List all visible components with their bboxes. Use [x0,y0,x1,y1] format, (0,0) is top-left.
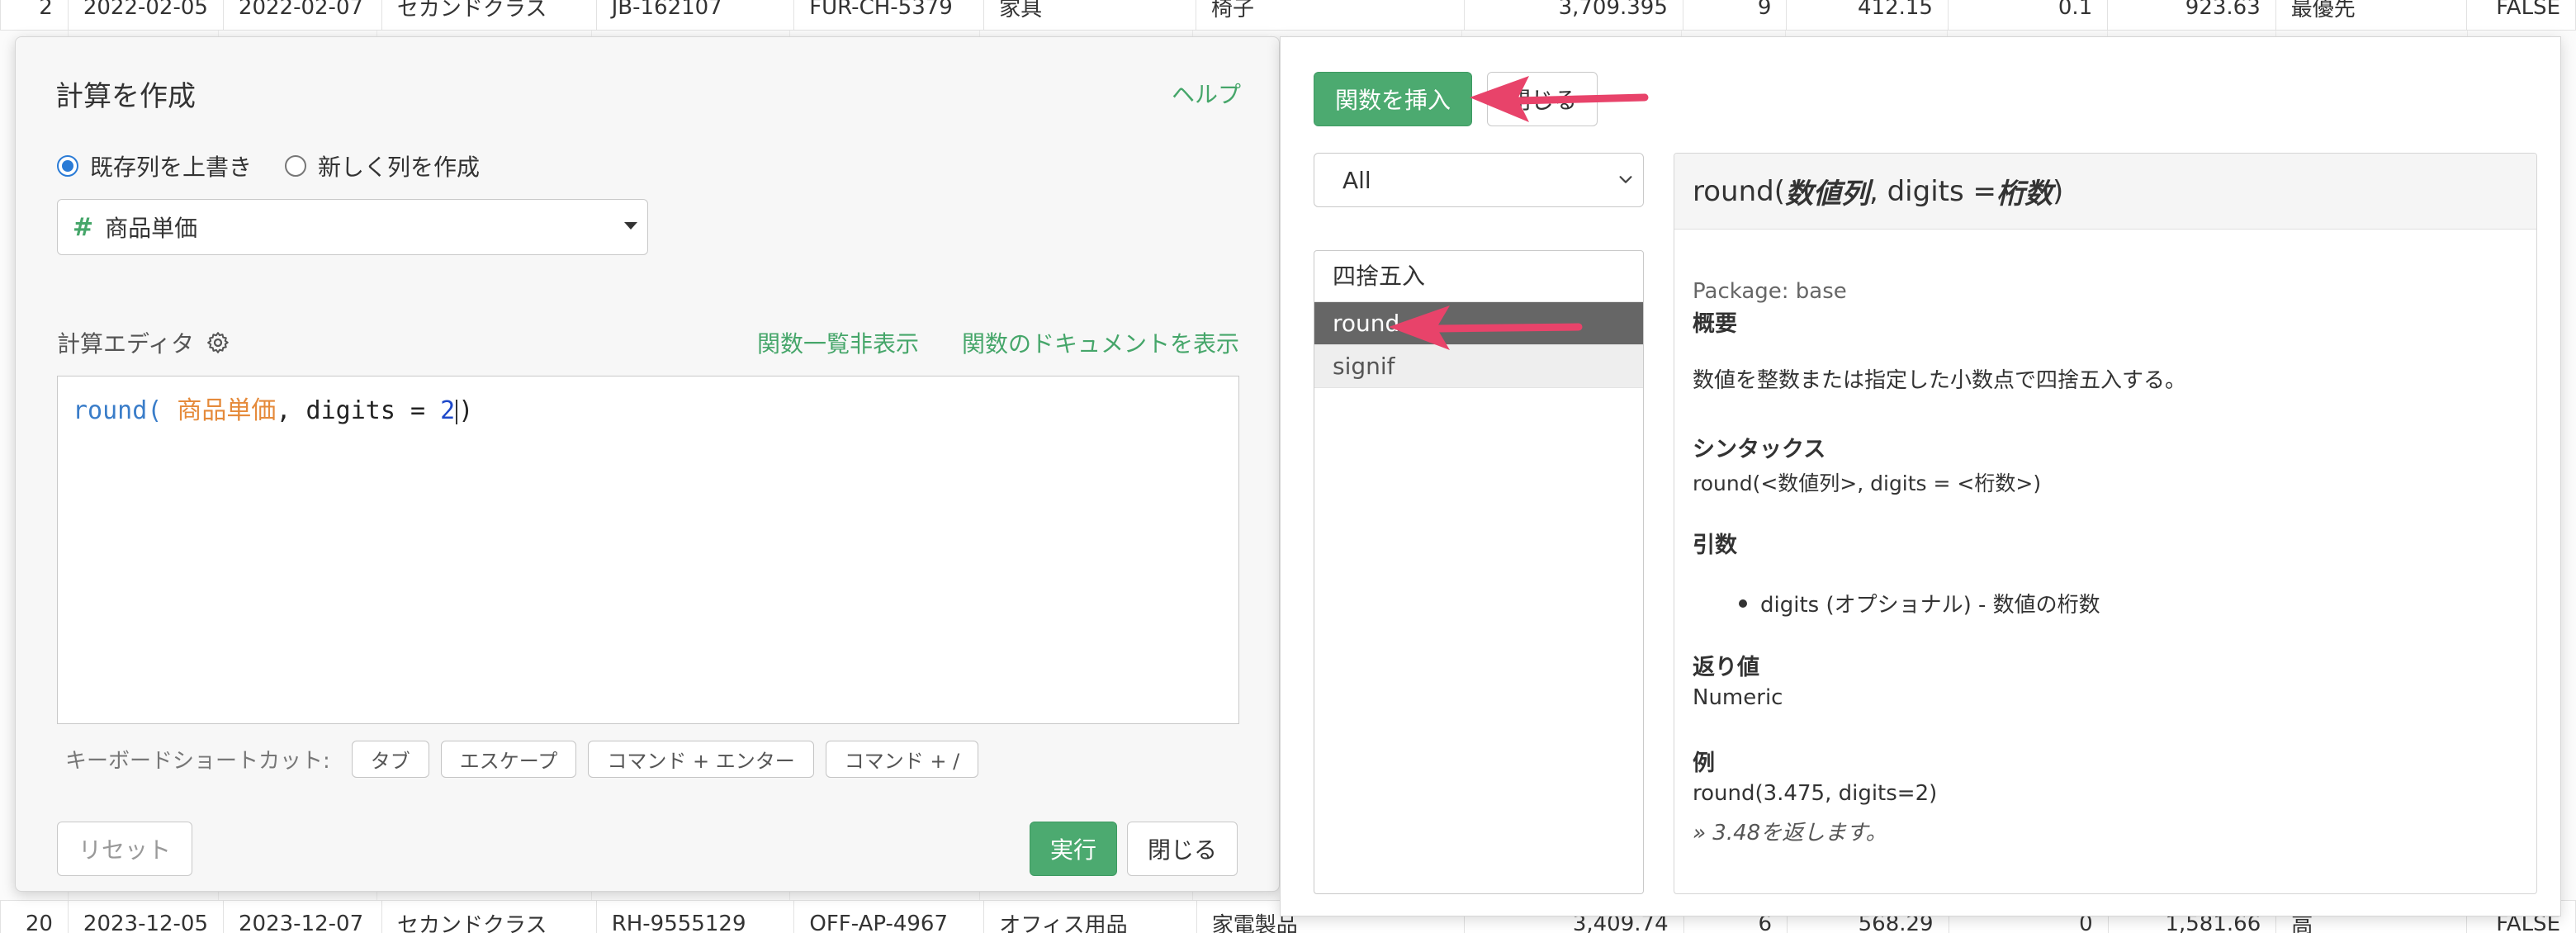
function-documentation: round(数値列, digits = 桁数) Package: base 概要… [1674,153,2537,894]
shortcut-escape: エスケープ [440,741,577,778]
close-button[interactable]: 閉じる [1127,822,1238,876]
table-cell: 2023-12-05 [67,900,225,933]
code-arg-token: , digits = [276,396,441,425]
insert-function-button[interactable]: 関数を挿入 [1314,72,1472,126]
table-cell: 2 [0,0,69,31]
doc-syntax: round(<数値列>, digits = <桁数>) [1693,471,2042,495]
shortcuts-label: キーボードショートカット: [65,749,330,774]
function-item-signif[interactable]: signif [1314,345,1643,388]
shortcut-cmd-enter: コマンド + エンター [588,741,814,778]
radio-new-column-label[interactable]: 新しく列を作成 [318,149,480,182]
run-button[interactable]: 実行 [1030,822,1117,876]
create-calculation-dialog: 計算を作成 ヘルプ 既存列を上書き 新しく列を作成 # 商品単価 計算エディタ … [15,36,1280,892]
doc-example-heading: 例 [1693,751,1715,776]
radio-overwrite-label[interactable]: 既存列を上書き [90,149,252,182]
caret-down-icon [624,222,637,230]
table-cell: RH-9555129 [595,900,795,933]
signature-fn: round( [1693,174,1785,208]
function-list: 四捨五入 round signif [1314,250,1644,894]
table-cell: OFF-AP-4967 [793,900,985,933]
reset-button[interactable]: リセット [57,822,192,876]
code-column-token: 商品単価 [162,396,277,425]
doc-return: Numeric [1693,685,1783,710]
table-cell: 3,709.395 [1463,0,1683,31]
function-panel: 閉じる 関数を挿入 All 四捨五入 round signif round(数値… [1280,36,2561,916]
radio-overwrite[interactable] [57,155,78,177]
doc-overview: 数値を整数または指定した小数点で四捨五入する。 [1693,368,2187,393]
column-select[interactable]: # 商品単価 [57,199,648,255]
table-cell: 9 [1682,0,1788,31]
table-cell: 0.1 [1947,0,2109,31]
table-cell: 2023-12-07 [223,900,382,933]
function-item-round[interactable]: round [1314,302,1643,345]
table-cell: 2022-02-07 [222,0,382,31]
signature-arg: 数値列 [1784,178,1869,211]
table-cell: セカンドクラス [381,900,597,933]
table-cell: 2022-02-05 [67,0,224,31]
doc-args-heading: 引数 [1693,533,1737,558]
code-number-token: 2 [440,396,456,425]
category-select-value: All [1342,166,1371,194]
calculation-editor[interactable]: round( 商品単価, digits = 2) [57,376,1239,724]
table-cell: オフィス用品 [983,900,1197,933]
table-cell: 椅子 [1196,0,1465,31]
table-cell: 最優先 [2275,0,2468,31]
shortcut-cmd-slash: コマンド + / [825,741,979,778]
function-group-header: 四捨五入 [1314,251,1643,302]
radio-new-column[interactable] [285,155,307,177]
doc-arg-item: digits (オプショナル) - 数値の桁数 [1739,588,2100,618]
signature-mid: , digits = [1868,174,1996,208]
shortcut-tab: タブ [351,741,429,778]
editor-label-group: 計算エディタ [57,326,230,359]
doc-example-result: » 3.48を返します。 [1693,821,1887,845]
chevron-down-icon [1619,176,1632,183]
keyboard-shortcuts: キーボードショートカット: タブ エスケープ コマンド + エンター コマンド … [65,741,979,778]
doc-overview-heading: 概要 [1693,311,1737,337]
table-cell: セカンドクラス [381,0,597,31]
code-function-token: round [73,396,148,425]
code-line: round( 商品単価, digits = 2) [73,390,473,426]
doc-return-heading: 返り値 [1693,655,1759,680]
signature-arg: 桁数 [1996,178,2053,211]
gear-icon[interactable] [206,330,230,355]
table-cell: FALSE [2466,0,2576,31]
category-select[interactable]: All [1314,153,1644,207]
doc-syntax-heading: シンタックス [1693,437,1826,462]
code-paren-token: ) [458,396,474,425]
table-cell: 20 [0,900,69,933]
table-cell: JB-162107 [595,0,795,31]
editor-label: 計算エディタ [57,330,195,358]
doc-arg-text: digits (オプショナル) - 数値の桁数 [1760,593,2100,618]
doc-package: Package: base [1693,279,1847,304]
table-cell: 412.15 [1786,0,1949,31]
table-cell: 923.63 [2107,0,2276,31]
code-paren-token: ( [147,396,163,425]
text-cursor [456,399,458,424]
function-signature: round(数値列, digits = 桁数) [1674,154,2536,230]
table-cell: 家具 [983,0,1196,31]
numeric-type-icon: # [73,212,94,242]
mode-radio-group: 既存列を上書き 新しく列を作成 [57,149,513,182]
hide-function-list-link[interactable]: 関数一覧非表示 [757,326,919,359]
signature-close: ) [2053,174,2064,208]
show-function-docs-link[interactable]: 関数のドキュメントを表示 [962,326,1239,359]
close-function-panel-button[interactable]: 閉じる [1487,72,1598,126]
table-row: 2 2022-02-05 2022-02-07 セカンドクラス JB-16210… [0,0,2576,31]
column-select-value: 商品単価 [105,215,198,242]
table-cell: FUR-CH-5379 [793,0,985,31]
help-link[interactable]: ヘルプ [1172,77,1241,110]
dialog-title: 計算を作成 [55,80,196,113]
doc-example: round(3.475, digits=2) [1693,781,1938,806]
